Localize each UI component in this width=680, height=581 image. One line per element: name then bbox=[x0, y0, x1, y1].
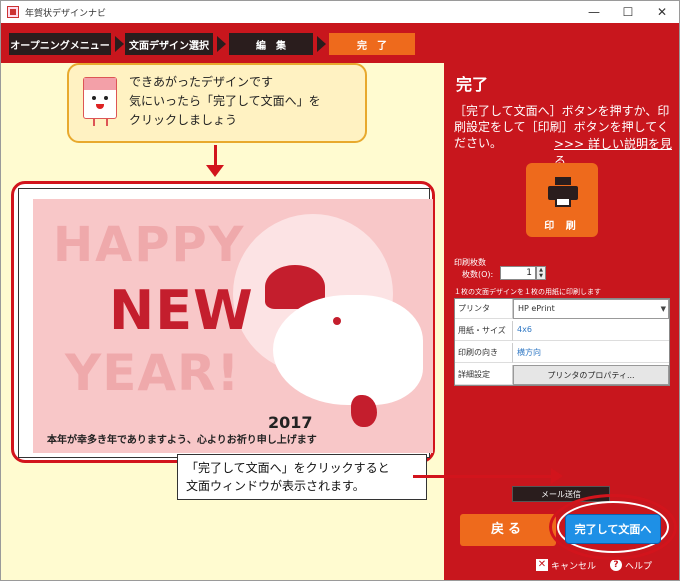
printer-settings-grid: プリンタ HP ePrint ▼ 用紙・サイズ 4x6 印刷の向き 横方向 詳細… bbox=[454, 298, 670, 386]
window-title: 年賀状デザインナビ bbox=[25, 8, 107, 19]
count-stepper[interactable]: ▲ ▼ bbox=[536, 266, 546, 280]
cancel-icon[interactable]: ✕ bbox=[536, 559, 548, 571]
card-year-number: 2017 bbox=[268, 413, 313, 432]
print-button[interactable]: 印 刷 bbox=[526, 163, 598, 237]
card-new-text: NEW bbox=[109, 279, 254, 342]
step-bar: オープニングメニュー 文面デザイン選択 編 集 完 了 bbox=[1, 23, 679, 63]
panel-title: 完了 bbox=[456, 75, 489, 94]
guide-text: できあがったデザインです 気にいったら「完了して文面へ」を クリックしましょう bbox=[129, 75, 321, 127]
guide-bubble: できあがったデザインです 気にいったら「完了して文面へ」を クリックしましょう bbox=[67, 63, 367, 143]
count-label: 枚数(O): bbox=[462, 270, 494, 279]
step-arrow-icon bbox=[217, 36, 226, 52]
count-input[interactable]: 1 bbox=[500, 266, 536, 280]
paper-size-row: 用紙・サイズ 4x6 bbox=[455, 321, 669, 341]
app-icon bbox=[7, 6, 19, 18]
cancel-link[interactable]: キャンセル bbox=[551, 559, 596, 572]
window-controls: — ☐ ✕ bbox=[577, 1, 679, 23]
step-complete[interactable]: 完 了 bbox=[329, 33, 415, 55]
paper-size-value: 4x6 bbox=[513, 321, 669, 341]
right-arrow-icon bbox=[413, 475, 553, 478]
step-design-select[interactable]: 文面デザイン選択 bbox=[125, 33, 213, 55]
card-year-text: YEAR! bbox=[65, 344, 241, 402]
minimize-icon[interactable]: — bbox=[577, 1, 611, 23]
printer-select[interactable]: HP ePrint ▼ bbox=[513, 299, 669, 319]
orientation-row: 印刷の向き 横方向 bbox=[455, 343, 669, 363]
bottom-links: ✕ キャンセル ? ヘルプ bbox=[536, 557, 652, 573]
printer-row: プリンタ HP ePrint ▼ bbox=[455, 299, 669, 319]
right-arrow-icon bbox=[551, 468, 563, 484]
orientation-value: 横方向 bbox=[513, 343, 669, 363]
printer-properties-button[interactable]: プリンタのプロパティ... bbox=[513, 365, 669, 385]
maximize-icon[interactable]: ☐ bbox=[611, 1, 645, 23]
step-arrow-icon bbox=[115, 36, 124, 52]
chevron-down-icon: ▼ bbox=[660, 305, 666, 313]
printer-icon bbox=[548, 177, 578, 207]
print-count-section: 印刷枚数 bbox=[454, 258, 486, 267]
card-happy-text: HAPPY bbox=[53, 217, 246, 273]
step-opening-menu[interactable]: オープニングメニュー bbox=[9, 33, 111, 55]
step-arrow-icon bbox=[317, 36, 326, 52]
app-window: 年賀状デザインナビ — ☐ ✕ オープニングメニュー 文面デザイン選択 編 集 … bbox=[0, 0, 680, 581]
card-frame: HAPPY NEW YEAR! 2017 本年が幸多き年でありますよう、心よりお… bbox=[18, 188, 433, 458]
down-arrow-icon bbox=[214, 145, 217, 167]
help-link[interactable]: ヘルプ bbox=[625, 559, 652, 572]
mascot-icon bbox=[83, 77, 117, 126]
close-icon[interactable]: ✕ bbox=[645, 1, 679, 23]
print-button-label: 印 刷 bbox=[544, 221, 580, 232]
new-year-card: HAPPY NEW YEAR! 2017 本年が幸多き年でありますよう、心よりお… bbox=[33, 199, 433, 453]
detail-settings-row: 詳細設定 プリンタのプロパティ... bbox=[455, 365, 669, 385]
down-arrow-icon bbox=[206, 165, 224, 177]
card-preview: HAPPY NEW YEAR! 2017 本年が幸多き年でありますよう、心よりお… bbox=[11, 181, 435, 463]
step-edit[interactable]: 編 集 bbox=[229, 33, 313, 55]
back-button[interactable]: 戻る bbox=[460, 514, 556, 546]
callout-note: 「完了して文面へ」をクリックすると 文面ウィンドウが表示されます。 bbox=[177, 454, 427, 500]
title-bar: 年賀状デザインナビ — ☐ ✕ bbox=[1, 1, 679, 23]
rooster-illustration bbox=[273, 295, 423, 405]
help-icon[interactable]: ? bbox=[610, 559, 623, 571]
print-info: １枚の文面デザインを１枚の用紙に印刷します bbox=[454, 288, 601, 296]
card-greeting: 本年が幸多き年でありますよう、心よりお祈り申し上げます bbox=[47, 435, 317, 446]
finish-to-document-button[interactable]: 完了して文面へ bbox=[565, 514, 661, 544]
preview-area: できあがったデザインです 気にいったら「完了して文面へ」を クリックしましょう … bbox=[1, 63, 444, 580]
